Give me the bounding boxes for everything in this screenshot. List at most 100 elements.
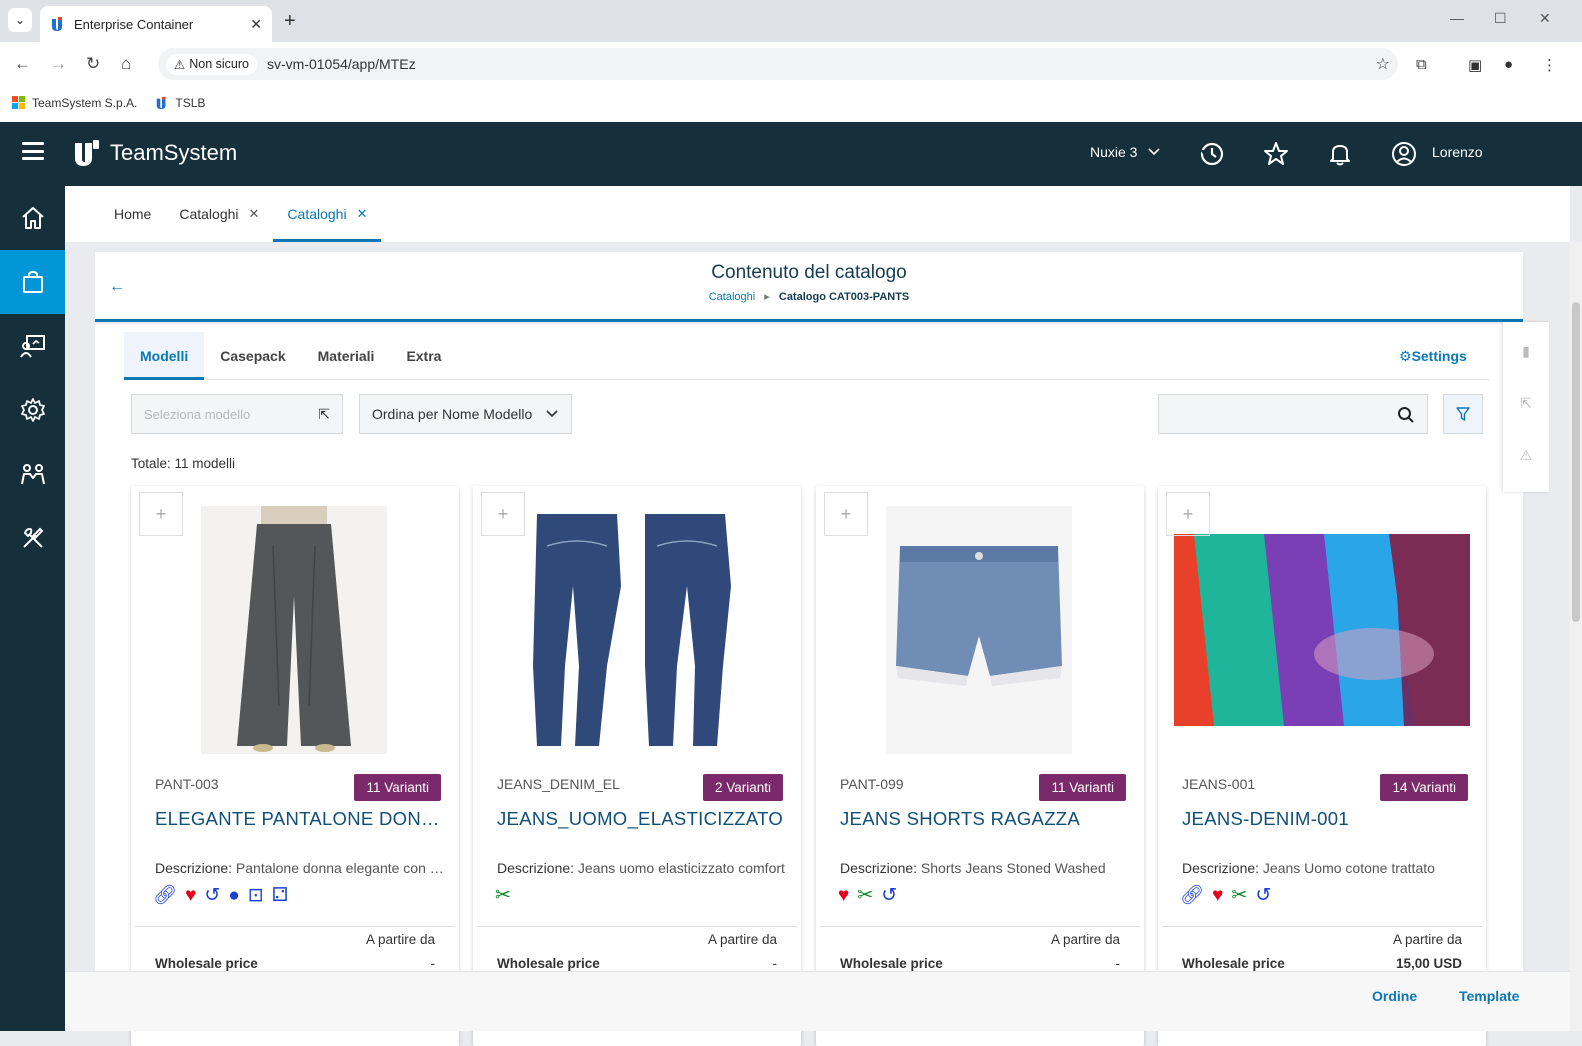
- chevron-down-icon: [546, 410, 558, 418]
- product-code: PANT-099: [840, 776, 904, 792]
- settings-button[interactable]: ⚙Settings: [1399, 348, 1467, 365]
- add-to-selection-button[interactable]: +: [824, 492, 868, 536]
- sidebar-item-tools[interactable]: [0, 506, 65, 570]
- tab-cataloghi[interactable]: Cataloghi ✕: [165, 186, 273, 242]
- sort-value: Ordina per Nome Modello: [372, 406, 533, 422]
- scissors-icon: ✂: [495, 885, 511, 906]
- hamburger-menu-icon[interactable]: [22, 142, 44, 160]
- variants-badge[interactable]: 2 Varianti: [702, 774, 783, 801]
- sidebar-item-cataloghi[interactable]: [0, 250, 65, 314]
- variants-badge[interactable]: 14 Varianti: [1380, 774, 1468, 801]
- tab-extra[interactable]: Extra: [390, 332, 457, 379]
- scrollbar[interactable]: [1570, 242, 1582, 1031]
- product-name[interactable]: JEANS_UOMO_ELASTICIZZATO: [497, 808, 787, 830]
- sidebar-item-home[interactable]: [0, 186, 65, 250]
- page-tabs: Home Cataloghi ✕ Cataloghi ✕: [65, 186, 1570, 242]
- history-icon[interactable]: [1198, 140, 1226, 168]
- ordine-button[interactable]: Ordine: [1372, 988, 1417, 1004]
- breadcrumb-current: Catalogo CAT003-PANTS: [778, 291, 910, 303]
- divider: [135, 926, 455, 927]
- product-image[interactable]: [1174, 534, 1470, 726]
- team-icon: [20, 464, 45, 485]
- sidebar-item-settings[interactable]: [0, 378, 65, 442]
- template-button[interactable]: Template: [1459, 988, 1519, 1004]
- product-image[interactable]: [517, 506, 757, 754]
- product-image[interactable]: [201, 506, 387, 754]
- search-input[interactable]: [1158, 394, 1428, 434]
- browser-tab[interactable]: Enterprise Container ✕: [40, 6, 272, 42]
- close-window-icon[interactable]: ✕: [1539, 10, 1551, 27]
- sort-dropdown[interactable]: Ordina per Nome Modello: [359, 394, 572, 434]
- tab-casepack[interactable]: Casepack: [204, 332, 301, 379]
- search-icon[interactable]: [1397, 406, 1415, 424]
- bookmark-teamsystem[interactable]: TeamSystem S.p.A.: [12, 96, 137, 110]
- address-bar[interactable]: ⚠ Non sicuro sv-vm-01054/app/MTEz ☆: [158, 48, 1398, 80]
- favorites-star-icon[interactable]: [1262, 140, 1290, 168]
- sidebar-item-team[interactable]: [0, 442, 65, 506]
- panel-toggle-icon[interactable]: ▮: [1503, 328, 1549, 374]
- browser-tabstrip: ⌄ Enterprise Container ✕ + — ☐ ✕: [0, 0, 1582, 42]
- sidebar-item-presentation[interactable]: [0, 314, 65, 378]
- home-browser-icon[interactable]: ⌂: [121, 54, 131, 74]
- product-card[interactable]: + JEANS-001 14 Varianti JEANS-DENIM-001 …: [1158, 486, 1486, 1046]
- browser-tab-title: Enterprise Container: [74, 16, 194, 32]
- extensions-icon[interactable]: ⧉: [1416, 56, 1427, 73]
- maximize-icon[interactable]: ☐: [1494, 10, 1507, 27]
- add-to-selection-button[interactable]: +: [481, 492, 525, 536]
- product-card[interactable]: + PANT-003 11 Varianti ELEGANTE PANTALON…: [131, 486, 459, 1046]
- product-name[interactable]: JEANS-DENIM-001: [1182, 808, 1472, 830]
- open-external-icon[interactable]: ⇱: [318, 406, 330, 423]
- undo-icon: ↺: [1255, 885, 1272, 906]
- bell-icon[interactable]: [1326, 140, 1354, 168]
- model-select-input[interactable]: Seleziona modello ⇱: [131, 394, 343, 434]
- tab-materiali[interactable]: Materiali: [302, 332, 391, 379]
- profile-icon[interactable]: ●: [1504, 56, 1513, 73]
- brand-name: TeamSystem: [110, 140, 238, 165]
- price-value: -: [772, 956, 778, 971]
- bookmark-tslb[interactable]: TSLB: [155, 96, 205, 110]
- variants-badge[interactable]: 11 Varianti: [1039, 774, 1126, 801]
- add-to-selection-button[interactable]: +: [139, 492, 183, 536]
- reload-icon[interactable]: ↻: [86, 54, 100, 74]
- brand-logo[interactable]: TeamSystem: [72, 138, 237, 168]
- user-name[interactable]: Lorenzo: [1432, 144, 1483, 160]
- close-tab-icon[interactable]: ✕: [250, 16, 262, 33]
- user-avatar-icon[interactable]: [1390, 140, 1418, 168]
- from-label: A partire da: [1392, 932, 1462, 947]
- tab-home[interactable]: Home: [100, 186, 165, 242]
- close-tab-icon[interactable]: ✕: [249, 206, 260, 222]
- minimize-icon[interactable]: —: [1450, 10, 1464, 26]
- product-image[interactable]: [886, 506, 1072, 754]
- company-selector[interactable]: Nuxie 3: [1090, 144, 1161, 160]
- from-label: A partire da: [1050, 932, 1120, 947]
- side-panel-icon[interactable]: ▣: [1468, 56, 1482, 74]
- tab-modelli[interactable]: Modelli: [124, 332, 205, 380]
- filter-button[interactable]: [1443, 394, 1483, 434]
- tab-search-icon[interactable]: ⌄: [8, 8, 32, 32]
- product-card[interactable]: + JEANS_DENIM_EL 2 Varianti JEANS_UOMO_E…: [473, 486, 801, 1046]
- tab-label: Extra: [406, 347, 442, 364]
- breadcrumb-root[interactable]: Cataloghi: [709, 291, 755, 303]
- variants-badge[interactable]: 11 Varianti: [354, 774, 441, 801]
- add-to-selection-button[interactable]: +: [1166, 492, 1210, 536]
- home-icon: [21, 207, 44, 229]
- forward-icon[interactable]: →: [50, 54, 67, 74]
- product-name[interactable]: JEANS SHORTS RAGAZZA: [840, 808, 1130, 830]
- new-tab-icon[interactable]: +: [284, 10, 296, 33]
- gear-icon: ⚙: [1399, 348, 1412, 364]
- export-icon[interactable]: ⇱: [1503, 380, 1549, 426]
- tab-cataloghi-active[interactable]: Cataloghi ✕: [273, 186, 382, 242]
- dice-icon: ⚁: [271, 885, 289, 906]
- product-card[interactable]: + PANT-099 11 Varianti JEANS SHORTS RAGA…: [816, 486, 1144, 1046]
- product-name[interactable]: ELEGANTE PANTALONE DONNA: [155, 808, 445, 830]
- divider: [477, 926, 797, 927]
- tab-label: Cataloghi: [287, 206, 347, 222]
- back-icon[interactable]: ←: [14, 54, 31, 74]
- bookmark-star-icon[interactable]: ☆: [1376, 54, 1390, 74]
- close-tab-icon[interactable]: ✕: [357, 206, 368, 222]
- warning-icon[interactable]: ⚠: [1503, 432, 1549, 478]
- product-description: Descrizione: Jeans uomo elasticizzato co…: [497, 860, 787, 876]
- security-chip[interactable]: ⚠ Non sicuro: [166, 53, 257, 75]
- scrollbar-thumb[interactable]: [1572, 302, 1580, 622]
- browser-menu-icon[interactable]: ⋮: [1542, 56, 1557, 74]
